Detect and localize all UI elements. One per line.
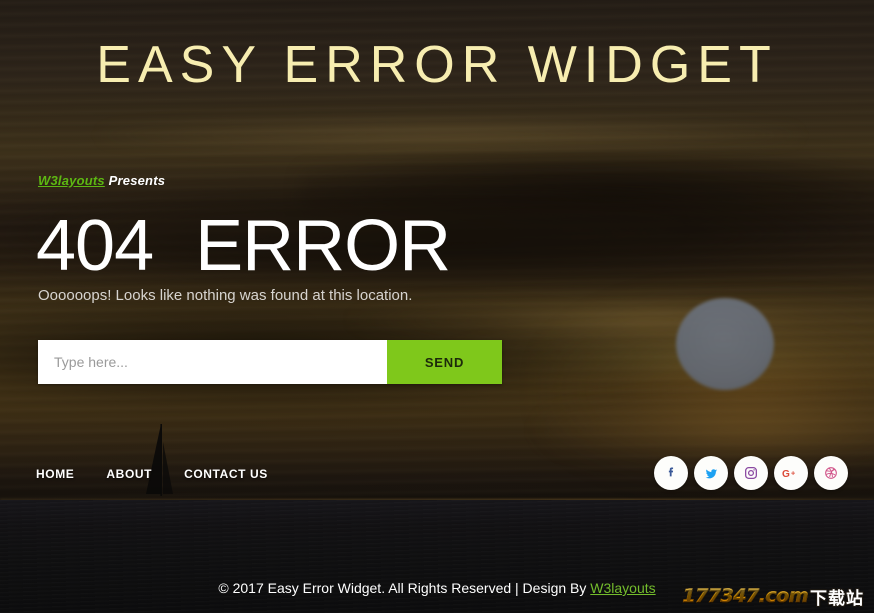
social-links: G + — [654, 456, 848, 490]
twitter-icon — [705, 468, 717, 478]
error-code: 404 — [36, 206, 154, 286]
nav-item-contact-us[interactable]: CONTACT US — [184, 466, 268, 482]
page-title: EASY ERROR WIDGET — [96, 36, 778, 94]
social-link-facebook[interactable] — [654, 456, 688, 490]
page-content: EASY ERROR WIDGET W3layouts Presents 404… — [0, 0, 874, 613]
instagram-icon — [745, 467, 757, 479]
watermark-domain: 177347.com — [682, 585, 809, 608]
nav-item-about[interactable]: ABOUT — [106, 466, 152, 482]
send-button[interactable]: SEND — [387, 340, 502, 384]
error-page: EASY ERROR WIDGET W3layouts Presents 404… — [0, 0, 874, 613]
presents-brand-link[interactable]: W3layouts — [38, 173, 105, 188]
presents-line: W3layouts Presents — [38, 172, 165, 190]
dribbble-icon — [825, 467, 837, 479]
error-heading: 404 ERROR — [36, 198, 451, 294]
search-input[interactable] — [38, 340, 387, 384]
error-word: ERROR — [195, 206, 451, 286]
social-link-twitter[interactable] — [694, 456, 728, 490]
footer-brand-link[interactable]: W3layouts — [590, 580, 655, 596]
error-subtitle: Oooooops! Looks like nothing was found a… — [38, 287, 413, 304]
social-link-dribbble[interactable] — [814, 456, 848, 490]
footer-nav: HOME ABOUT CONTACT US — [36, 466, 268, 482]
svg-text:+: + — [790, 468, 795, 477]
facebook-icon — [668, 467, 674, 477]
watermark-suffix: 下载站 — [810, 588, 864, 609]
social-link-instagram[interactable] — [734, 456, 768, 490]
presents-word: Presents — [108, 173, 166, 188]
social-link-google-plus[interactable]: G + — [774, 456, 808, 490]
footer-text: © 2017 Easy Error Widget. All Rights Res… — [218, 580, 591, 596]
watermark: 177347.com 下载站 — [678, 583, 868, 609]
google-plus-icon: G + — [782, 468, 796, 480]
search-form: SEND — [38, 340, 502, 384]
nav-item-home[interactable]: HOME — [36, 466, 74, 482]
svg-text:G: G — [782, 469, 790, 480]
